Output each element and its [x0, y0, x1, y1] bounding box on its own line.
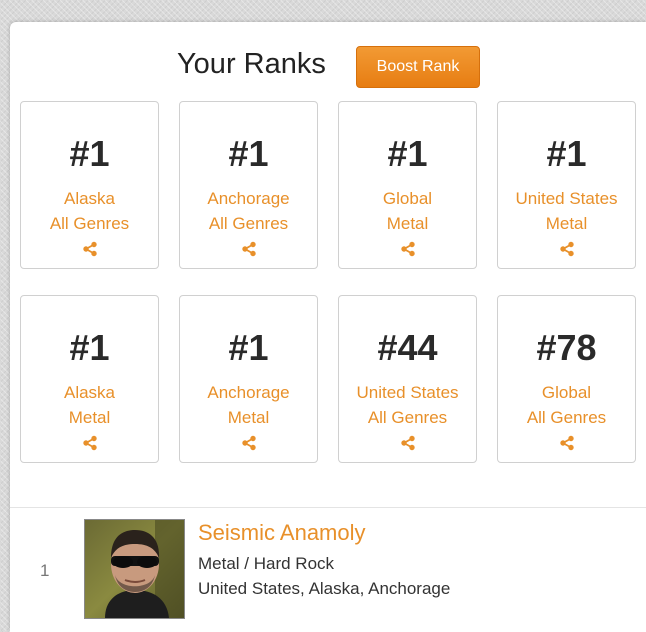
rank-value: #1	[387, 133, 428, 174]
rank-region: Alaska	[63, 383, 116, 402]
rank-genre: Metal	[386, 214, 429, 233]
rank-genre: Metal	[68, 408, 111, 427]
rank-region: United States	[515, 189, 618, 208]
share-icon[interactable]	[21, 241, 158, 257]
rank-card[interactable]: #1 Global Metal	[338, 101, 477, 269]
share-icon[interactable]	[339, 241, 476, 257]
rank-value: #1	[228, 327, 269, 368]
rank-region: United States	[356, 383, 459, 402]
share-icon[interactable]	[498, 241, 635, 257]
share-icon[interactable]	[498, 435, 635, 451]
rank-genre: All Genres	[49, 214, 130, 233]
share-icon[interactable]	[180, 435, 317, 451]
rank-region: Global	[541, 383, 592, 402]
rank-card[interactable]: #1 Alaska All Genres	[20, 101, 159, 269]
boost-rank-button[interactable]: Boost Rank	[356, 46, 480, 88]
rank-value: #1	[546, 133, 587, 174]
rank-value: #44	[377, 327, 438, 368]
rank-genre: All Genres	[208, 214, 289, 233]
rank-region: Alaska	[63, 189, 116, 208]
rank-card[interactable]: #44 United States All Genres	[338, 295, 477, 463]
page-title: Your Ranks	[177, 48, 326, 80]
rank-genre: All Genres	[367, 408, 448, 427]
rank-card[interactable]: #1 Anchorage Metal	[179, 295, 318, 463]
share-icon[interactable]	[339, 435, 476, 451]
rank-region: Anchorage	[207, 189, 290, 208]
rank-card[interactable]: #1 United States Metal	[497, 101, 636, 269]
rank-region: Anchorage	[207, 383, 290, 402]
rank-region: Global	[382, 189, 433, 208]
rank-card[interactable]: #1 Anchorage All Genres	[179, 101, 318, 269]
rank-value: #78	[536, 327, 597, 368]
artist-avatar[interactable]	[84, 519, 185, 619]
rank-value: #1	[69, 133, 110, 174]
rank-genre: Metal	[545, 214, 588, 233]
row-position: 1	[40, 561, 50, 580]
rank-card[interactable]: #1 Alaska Metal	[20, 295, 159, 463]
rank-value: #1	[69, 327, 110, 368]
artist-genre: Metal / Hard Rock	[198, 554, 335, 573]
rank-genre: All Genres	[526, 408, 607, 427]
rank-card[interactable]: #78 Global All Genres	[497, 295, 636, 463]
share-icon[interactable]	[180, 241, 317, 257]
artist-name-link[interactable]: Seismic Anamoly	[198, 519, 366, 547]
artist-location: United States, Alaska, Anchorage	[198, 579, 451, 598]
rank-genre: Metal	[227, 408, 270, 427]
rank-value: #1	[228, 133, 269, 174]
share-icon[interactable]	[21, 435, 158, 451]
